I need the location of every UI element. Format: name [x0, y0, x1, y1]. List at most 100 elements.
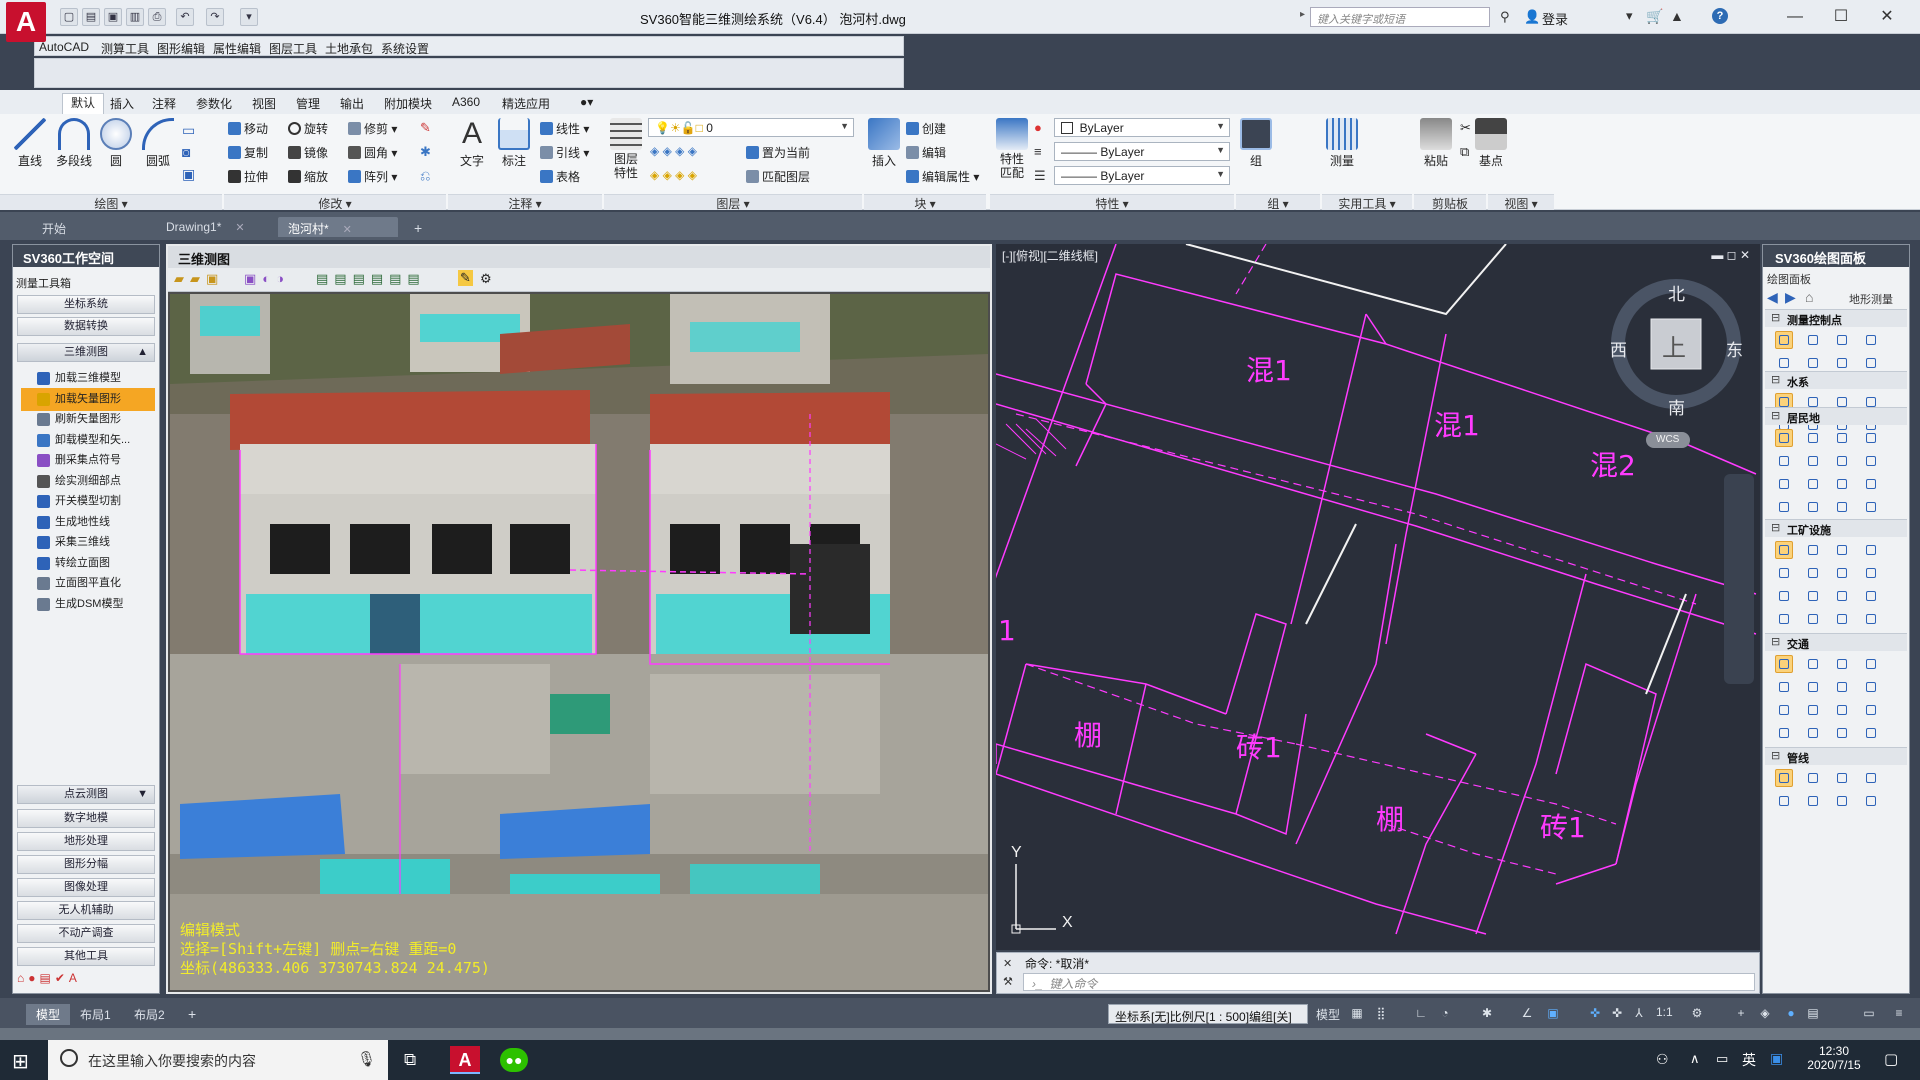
menu-graphic-edit[interactable]: 图形编辑 [157, 40, 205, 57]
control-points-symbol-icon[interactable] [1833, 354, 1851, 372]
section-point-cloud[interactable]: 点云测图 ▼ [17, 785, 155, 804]
nav-back-icon[interactable]: ◀ [1767, 289, 1778, 306]
rotate-button[interactable]: 旋转 [288, 120, 328, 137]
industrial-symbol-icon[interactable] [1862, 610, 1880, 628]
industrial-symbol-icon[interactable] [1833, 610, 1851, 628]
open-model-icon[interactable]: ▰▰▣ [174, 271, 224, 287]
data-convert-button[interactable]: 数据转换 [17, 317, 155, 336]
cart-icon[interactable]: 🛒 [1646, 8, 1663, 25]
ime-indicator[interactable]: 英 [1742, 1050, 1756, 1070]
open-file-icon[interactable]: ▤ [82, 8, 100, 26]
block-group-label[interactable]: 块 ▾ [864, 194, 986, 211]
doc-tab-drawing1[interactable]: Drawing1* ✕ [156, 217, 274, 237]
match-properties-button[interactable]: 特性 匹配 [994, 118, 1030, 180]
pipelines-symbol-icon[interactable] [1862, 792, 1880, 810]
annotation-scale-icon[interactable]: ✜ [1588, 1006, 1602, 1020]
control-points-symbol-icon[interactable] [1775, 354, 1793, 372]
pipelines-symbol-icon[interactable] [1833, 769, 1851, 787]
tab-model[interactable]: 模型 [26, 1004, 71, 1025]
trim-button[interactable]: 修剪 ▾ [348, 120, 397, 137]
property-survey-button[interactable]: 不动产调查 [17, 924, 155, 943]
residential-symbol-icon[interactable] [1833, 475, 1851, 493]
residential-symbol-icon[interactable] [1862, 452, 1880, 470]
save-as-icon[interactable]: ▥ [126, 8, 144, 26]
base-point-button[interactable]: 基点 [1466, 118, 1516, 169]
menu-measure-tools[interactable]: 测算工具 [101, 40, 149, 57]
tab-a360[interactable]: A360 [452, 95, 480, 109]
edit-block-button[interactable]: 编辑 [906, 144, 946, 161]
pipelines-symbol-icon[interactable] [1804, 769, 1822, 787]
linetype-icon[interactable]: ≡ [1034, 144, 1042, 159]
industrial-symbol-icon[interactable] [1804, 587, 1822, 605]
transport-symbol-icon[interactable] [1833, 701, 1851, 719]
transport-symbol-icon[interactable] [1862, 724, 1880, 742]
residential-symbol-icon[interactable] [1775, 498, 1793, 516]
section-transport[interactable]: 交通 [1765, 633, 1907, 651]
transport-symbol-icon[interactable] [1804, 655, 1822, 673]
industrial-symbol-icon[interactable] [1833, 564, 1851, 582]
help-icon[interactable]: ? [1712, 8, 1728, 24]
coordinate-status[interactable]: 坐标系[无]比例尺[1 : 500]编组[关] [1108, 1004, 1308, 1024]
uav-assist-button[interactable]: 无人机辅助 [17, 901, 155, 920]
create-block-button[interactable]: 创建 [906, 120, 946, 137]
redo-icon[interactable]: ↷ [206, 8, 224, 26]
control-points-symbol-icon[interactable] [1862, 354, 1880, 372]
tab-annotate[interactable]: 注释 [152, 95, 176, 112]
notification-icon[interactable]: ▢ [1884, 1050, 1898, 1068]
coord-system-button[interactable]: 坐标系统 [17, 295, 155, 314]
transport-symbol-icon[interactable] [1862, 655, 1880, 673]
offset-icon[interactable]: ⎌ [420, 168, 430, 184]
tool-generate-dsm[interactable]: 生成DSM模型 [21, 593, 155, 616]
industrial-symbol-icon[interactable] [1804, 541, 1822, 559]
pipelines-symbol-icon[interactable] [1775, 792, 1793, 810]
login-link[interactable]: 登录 [1542, 9, 1568, 28]
control-points-symbol-icon[interactable] [1775, 331, 1793, 349]
save-icon[interactable]: ▣ [104, 8, 122, 26]
residential-symbol-icon[interactable] [1775, 475, 1793, 493]
tab-manage[interactable]: 管理 [296, 95, 320, 112]
menu-autocad[interactable]: AutoCAD [39, 40, 89, 54]
transport-symbol-icon[interactable] [1804, 724, 1822, 742]
residential-symbol-icon[interactable] [1862, 475, 1880, 493]
groups-group-label[interactable]: 组 ▾ [1236, 194, 1320, 211]
residential-symbol-icon[interactable] [1804, 452, 1822, 470]
wcs-badge[interactable]: WCS [1656, 434, 1679, 445]
residential-symbol-icon[interactable] [1833, 429, 1851, 447]
transport-symbol-icon[interactable] [1833, 655, 1851, 673]
industrial-symbol-icon[interactable] [1804, 564, 1822, 582]
residential-symbol-icon[interactable] [1775, 429, 1793, 447]
residential-symbol-icon[interactable] [1804, 429, 1822, 447]
pipelines-symbol-icon[interactable] [1862, 769, 1880, 787]
new-tab-icon[interactable]: + [404, 217, 432, 237]
image-process-button[interactable]: 图像处理 [17, 878, 155, 897]
windows-start-icon[interactable]: ⊞ [12, 1049, 29, 1074]
tab-insert[interactable]: 插入 [110, 95, 134, 112]
tab-addins[interactable]: 附加模块 [384, 95, 432, 112]
properties-icon[interactable]: ▭ [1862, 1006, 1876, 1020]
dem-button[interactable]: 数字地模 [17, 809, 155, 828]
layer-tools-icons-2[interactable]: ◈ ◈ ◈ ◈ [650, 168, 697, 182]
residential-symbol-icon[interactable] [1804, 475, 1822, 493]
section-3d-mapping[interactable]: 三维测图 ▲ [17, 343, 155, 362]
workspace-gear-icon[interactable]: ⚙ [1690, 1006, 1704, 1020]
industrial-symbol-icon[interactable] [1862, 541, 1880, 559]
edit-attributes-button[interactable]: 编辑属性 ▾ [906, 168, 979, 185]
close-tab-icon[interactable]: ✕ [343, 224, 352, 236]
maximize-button[interactable]: ☐ [1824, 6, 1858, 28]
isolate-icon[interactable]: ◈ [1758, 1006, 1772, 1020]
transport-symbol-icon[interactable] [1804, 701, 1822, 719]
close-button[interactable]: ✕ [1870, 6, 1904, 28]
transport-symbol-icon[interactable] [1862, 701, 1880, 719]
boundary-icon[interactable]: ▣ [182, 166, 195, 183]
cad-drawing-viewport[interactable]: [-][俯视][二维线框] ▬ ◻ ✕ 北 南 东 西 上 WCS 混1 混1 … [996, 244, 1760, 950]
section-pipelines[interactable]: 管线 [1765, 747, 1907, 765]
terrain-button[interactable]: 地形处理 [17, 832, 155, 851]
clipboard-group-label[interactable]: 剪贴板 [1414, 194, 1486, 211]
array-button[interactable]: 阵列 ▾ [348, 168, 397, 185]
industrial-symbol-icon[interactable] [1862, 564, 1880, 582]
command-input[interactable]: ›_ 键入命令 [1023, 973, 1755, 991]
tab-parametric[interactable]: 参数化 [196, 95, 232, 112]
edit-mode-icon[interactable]: ✎ [458, 270, 473, 286]
viewport-label[interactable]: [-][俯视][二维线框] [1002, 247, 1098, 264]
qat-dropdown-icon[interactable]: ▾ [240, 8, 258, 26]
